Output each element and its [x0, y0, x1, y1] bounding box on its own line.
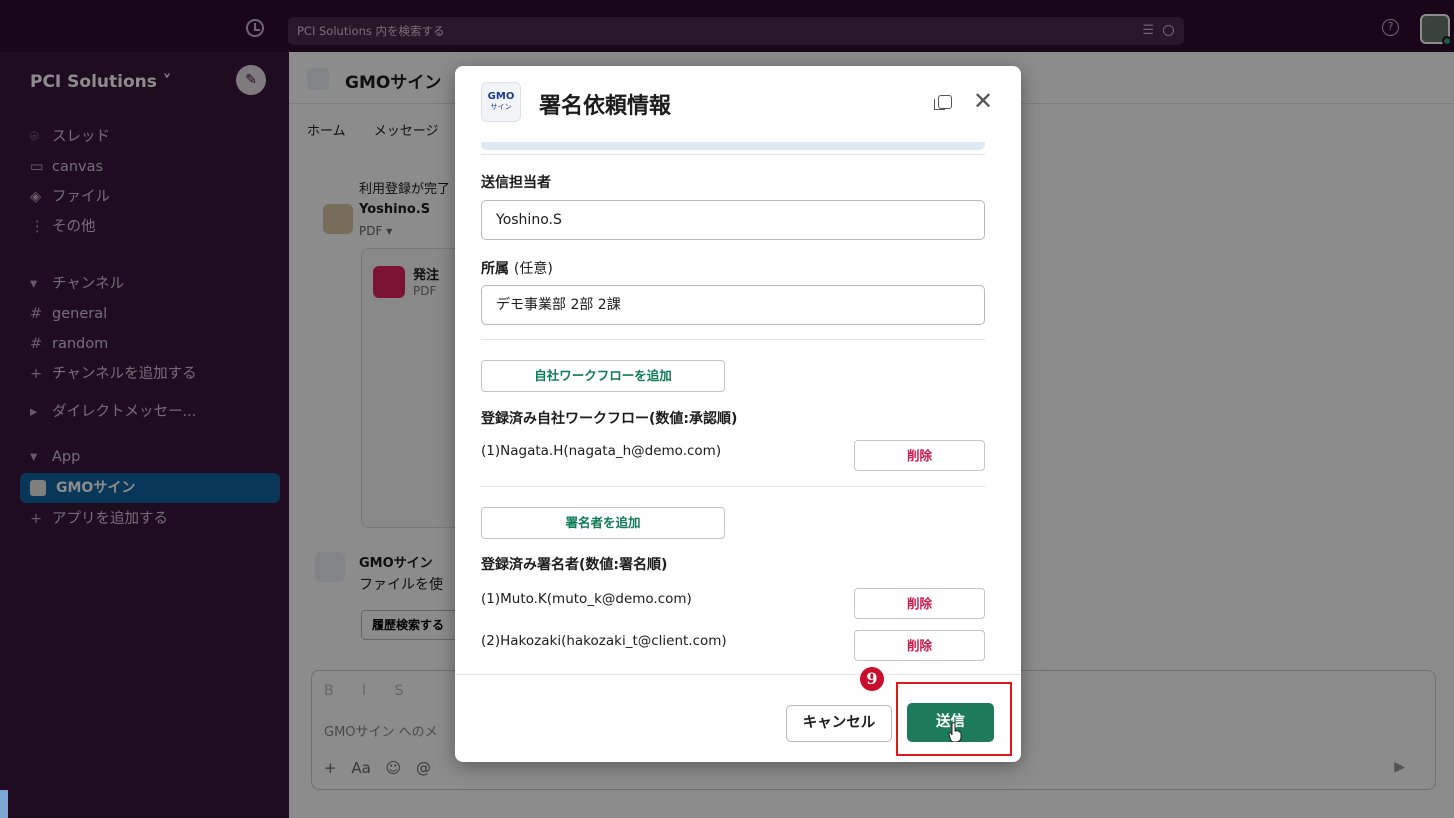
workflows-label: 登録済み自社ワークフロー(数値:承認順)	[481, 411, 738, 427]
workflow-item: (1)Nagata.H(nagata_h@demo.com)	[481, 443, 722, 459]
section-band	[481, 142, 985, 150]
divider	[481, 154, 985, 155]
delete-signer-button[interactable]: 削除	[854, 630, 985, 661]
close-icon[interactable]: ✕	[973, 86, 993, 116]
gmo-sign-logo: GMO サイン	[481, 82, 521, 122]
affiliation-label: 所属 (任意)	[481, 261, 553, 277]
delete-signer-button[interactable]: 削除	[854, 588, 985, 619]
expand-icon[interactable]	[934, 95, 952, 110]
signers-label: 登録済み署名者(数値:署名順)	[481, 557, 668, 573]
sender-label: 送信担当者	[481, 175, 551, 191]
add-signer-button[interactable]: 署名者を追加	[481, 507, 725, 539]
window-edge	[0, 790, 8, 818]
highlight-box	[896, 682, 1012, 756]
signer-item: (1)Muto.K(muto_k@demo.com)	[481, 591, 692, 607]
affiliation-input[interactable]: デモ事業部 2部 2課	[481, 285, 985, 325]
signature-request-modal: GMO サイン 署名依頼情報 ✕ 送信担当者 Yoshino.S 所属 (任意)…	[455, 66, 1021, 762]
step-number-badge: 9	[860, 667, 884, 691]
cancel-button[interactable]: キャンセル	[786, 705, 892, 742]
signer-item: (2)Hakozaki(hakozaki_t@client.com)	[481, 633, 727, 649]
sender-input[interactable]: Yoshino.S	[481, 200, 985, 240]
divider	[481, 486, 985, 487]
modal-header: GMO サイン 署名依頼情報 ✕	[455, 66, 1021, 142]
modal-body[interactable]: 送信担当者 Yoshino.S 所属 (任意) デモ事業部 2部 2課 自社ワー…	[455, 142, 1021, 674]
divider	[481, 339, 985, 340]
hand-cursor-icon	[948, 722, 962, 742]
add-workflow-button[interactable]: 自社ワークフローを追加	[481, 360, 725, 392]
delete-workflow-button[interactable]: 削除	[854, 440, 985, 471]
modal-title: 署名依頼情報	[539, 94, 672, 119]
